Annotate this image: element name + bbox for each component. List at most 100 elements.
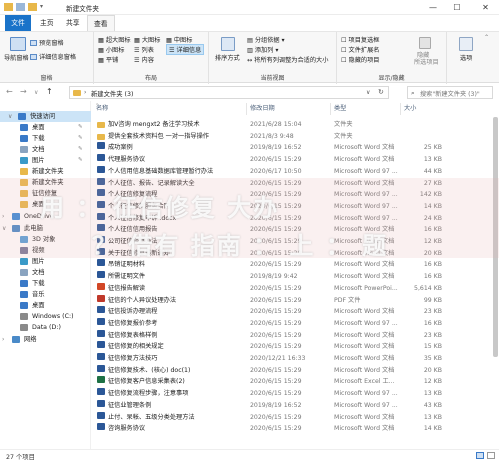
- maximize-button[interactable]: ☐: [446, 0, 468, 15]
- sidebar-item[interactable]: 新建文件夹: [0, 166, 91, 177]
- column-divider[interactable]: [400, 103, 401, 115]
- table-row[interactable]: 征信修复的相关规定 2020/6/15 15:29 Microsoft Word 文…: [92, 341, 499, 352]
- sidebar-item[interactable]: 桌面: [0, 300, 91, 311]
- table-row[interactable]: 征信业管理条例 2019/8/19 16:52 Microsoft Word 97 …: [92, 399, 499, 411]
- column-divider[interactable]: [330, 103, 331, 115]
- column-header-type[interactable]: 类型: [334, 103, 346, 115]
- sidebar-item[interactable]: 图片 ✎: [0, 155, 91, 166]
- table-row[interactable]: 个人信用信息基础数据库管理暂行办法 2020/6/17 10:50 Microsof…: [92, 165, 499, 177]
- table-row[interactable]: 征信的个人异议处理办法 2020/6/15 15:29 PDF 文件 99 KB: [92, 294, 499, 306]
- column-header-date[interactable]: 修改日期: [250, 103, 275, 115]
- sidebar-item-quick-access[interactable]: ∨ 快速访问: [0, 111, 91, 122]
- table-row[interactable]: 征信修复流程步骤，注意事项 2020/6/15 15:29 Microsoft Wo…: [92, 388, 499, 399]
- sidebar-item[interactable]: 文档 ✎: [0, 144, 91, 155]
- sidebar-item[interactable]: 音乐: [0, 289, 91, 300]
- sidebar-item[interactable]: 桌面 ✎: [0, 122, 91, 133]
- table-row[interactable]: 个人征信修复服务合同 2020/6/15 15:29 Microsoft Word …: [92, 200, 499, 212]
- file-extension-toggle[interactable]: ☐ 文件扩展名: [341, 45, 379, 54]
- large-icons-view-icon[interactable]: [487, 452, 495, 459]
- tab-home[interactable]: 主页: [34, 15, 60, 31]
- details-view-icon[interactable]: [476, 452, 484, 459]
- table-row[interactable]: 提供全套技术资料包 一对一指导操作 2021/8/3 9:48 文件夹: [92, 131, 499, 142]
- layout-tiles[interactable]: ▦ 平铺: [98, 55, 118, 64]
- navigation-pane-icon[interactable]: [10, 37, 26, 51]
- recent-chevron-icon[interactable]: ∨: [34, 89, 38, 96]
- sidebar-item[interactable]: 下载: [0, 278, 91, 289]
- search-input[interactable]: ⌕ 搜索"新建文件夹 (3)": [407, 86, 493, 99]
- address-dropdown-icon[interactable]: ∨: [366, 89, 370, 96]
- breadcrumb-chevron-icon[interactable]: ›: [84, 89, 86, 96]
- tab-share[interactable]: 共享: [60, 15, 86, 31]
- layout-large-icons[interactable]: ▦ 大图标: [134, 35, 160, 44]
- layout-details[interactable]: ☰ 详细信息: [166, 44, 205, 55]
- table-row[interactable]: 成功案例 2019/8/19 16:52 Microsoft Word 文档 25 K…: [92, 142, 499, 153]
- layout-medium-icons[interactable]: ▦ 中图标: [166, 35, 192, 44]
- table-row[interactable]: 咨询服务协议 2020/6/15 15:29 Microsoft Word 文档 14…: [92, 423, 499, 434]
- sidebar-item[interactable]: 新建文件夹: [0, 177, 91, 188]
- expand-chevron-icon[interactable]: ∨: [2, 223, 6, 234]
- column-header-name[interactable]: 名称: [96, 103, 108, 115]
- sidebar-item[interactable]: 文档: [0, 267, 91, 278]
- forward-arrow-icon[interactable]: →: [20, 87, 27, 96]
- collapse-ribbon-icon[interactable]: ⌃: [484, 34, 489, 41]
- table-row[interactable]: 征信投诉办理流程 2020/6/15 15:29 Microsoft Word 文档…: [92, 306, 499, 317]
- sidebar-item[interactable]: Data (D:): [0, 322, 91, 333]
- table-row[interactable]: 关于征信修复最新通知 2020/6/15 15:29 Microsoft Word …: [92, 247, 499, 259]
- add-column-button[interactable]: ▥ 添加列 ▾: [247, 45, 278, 54]
- details-pane-button[interactable]: 详细信息窗格: [30, 52, 76, 61]
- sidebar-item-this-pc[interactable]: ∨ 此电脑: [0, 223, 91, 234]
- table-row[interactable]: 止付、呆帐、五级分类处理方法 2020/6/15 15:29 Microsoft W…: [92, 411, 499, 423]
- layout-extra-large-icons[interactable]: ▦ 超大图标: [98, 35, 131, 44]
- sidebar-item[interactable]: 视频: [0, 245, 91, 256]
- table-row[interactable]: 所需证明文件 2019/8/19 9:42 Microsoft Word 文档 16 …: [92, 271, 499, 282]
- properties-icon[interactable]: [16, 3, 25, 11]
- sort-by-button[interactable]: 排序方式: [215, 53, 240, 62]
- table-row[interactable]: 吊销证明材料 2020/6/15 15:29 Microsoft Word 文档 16…: [92, 259, 499, 270]
- column-divider[interactable]: [246, 103, 247, 115]
- table-row[interactable]: 个人征信修复申诉 .docx 2020/6/15 15:29 Microsoft W…: [92, 212, 499, 224]
- options-button[interactable]: 选项: [460, 53, 472, 62]
- table-row[interactable]: 征信修复表格样例 2020/6/15 15:29 Microsoft Word 文档…: [92, 329, 499, 341]
- sidebar-item[interactable]: 下载 ✎: [0, 133, 91, 144]
- options-icon[interactable]: [459, 37, 473, 51]
- table-row[interactable]: 征信报告解读 2020/6/15 15:29 Microsoft PowerPoi.…: [92, 282, 499, 294]
- layout-small-icons[interactable]: ▦ 小图标: [98, 45, 124, 54]
- item-checkbox-toggle[interactable]: ☐ 项目复选框: [341, 35, 379, 44]
- preview-pane-button[interactable]: 预览窗格: [30, 38, 64, 47]
- expand-chevron-icon[interactable]: ∨: [8, 111, 12, 122]
- back-arrow-icon[interactable]: ←: [6, 87, 13, 96]
- hidden-items-toggle[interactable]: ☐ 隐藏的项目: [341, 55, 379, 64]
- group-by-button[interactable]: ▤ 分组依据 ▾: [247, 35, 285, 44]
- fit-columns-button[interactable]: ↔ 将所有列调整为合适的大小: [247, 55, 328, 64]
- table-row[interactable]: 征信修复报价参考 2020/6/15 15:29 Microsoft Word 97…: [92, 317, 499, 329]
- sidebar-item[interactable]: Windows (C:): [0, 311, 91, 322]
- table-row[interactable]: 个人征信修复流程 2020/6/15 15:29 Microsoft Word 97…: [92, 189, 499, 200]
- breadcrumb-current[interactable]: 新建文件夹 (3): [91, 89, 133, 98]
- tab-file[interactable]: 文件: [5, 15, 31, 31]
- sidebar-item[interactable]: 桌面: [0, 199, 91, 210]
- expand-chevron-icon[interactable]: ›: [2, 334, 4, 345]
- layout-content[interactable]: ☰ 内容: [134, 55, 154, 64]
- table-row[interactable]: 代理服务协议 2020/6/15 15:29 Microsoft Word 文档 13…: [92, 154, 499, 165]
- table-row[interactable]: 个人征信信用报告 2020/6/15 15:29 Microsoft Word 文档…: [92, 224, 499, 235]
- table-row[interactable]: 个人征信、报告、记录解读大全 2020/6/15 15:29 Microsoft W…: [92, 177, 499, 189]
- close-button[interactable]: ✕: [472, 0, 499, 15]
- table-row[interactable]: 征信修复技术、(核心) doc(1) 2020/6/15 15:29 Microso…: [92, 364, 499, 376]
- new-folder-icon[interactable]: [28, 3, 37, 11]
- table-row[interactable]: 加V咨询 mengxt2 备注学习技术 2021/6/28 15:04 文件夹: [92, 119, 499, 130]
- vertical-scrollbar[interactable]: [493, 117, 498, 357]
- column-header-size[interactable]: 大小: [404, 103, 416, 115]
- hide-selected-icon[interactable]: [419, 37, 431, 49]
- table-row[interactable]: 征信修复方法技巧 2020/12/21 16:33 Microsoft Word 文…: [92, 353, 499, 364]
- table-row[interactable]: 公司征信修复办法 2020/6/15 15:29 Microsoft Word 文档…: [92, 236, 499, 247]
- minimize-button[interactable]: —: [422, 0, 444, 15]
- sidebar-item[interactable]: 3D 对象: [0, 234, 91, 245]
- layout-list[interactable]: ☰ 列表: [134, 45, 154, 54]
- refresh-icon[interactable]: ↻: [378, 88, 384, 96]
- sidebar-item[interactable]: 征信修复: [0, 188, 91, 199]
- expand-chevron-icon[interactable]: ›: [2, 211, 4, 222]
- sidebar-item-onedrive[interactable]: › OneDrive: [0, 211, 91, 222]
- navigation-pane-button[interactable]: 导航窗格: [4, 53, 29, 62]
- tab-view[interactable]: 查看: [87, 15, 115, 31]
- sidebar-item[interactable]: 图片: [0, 256, 91, 267]
